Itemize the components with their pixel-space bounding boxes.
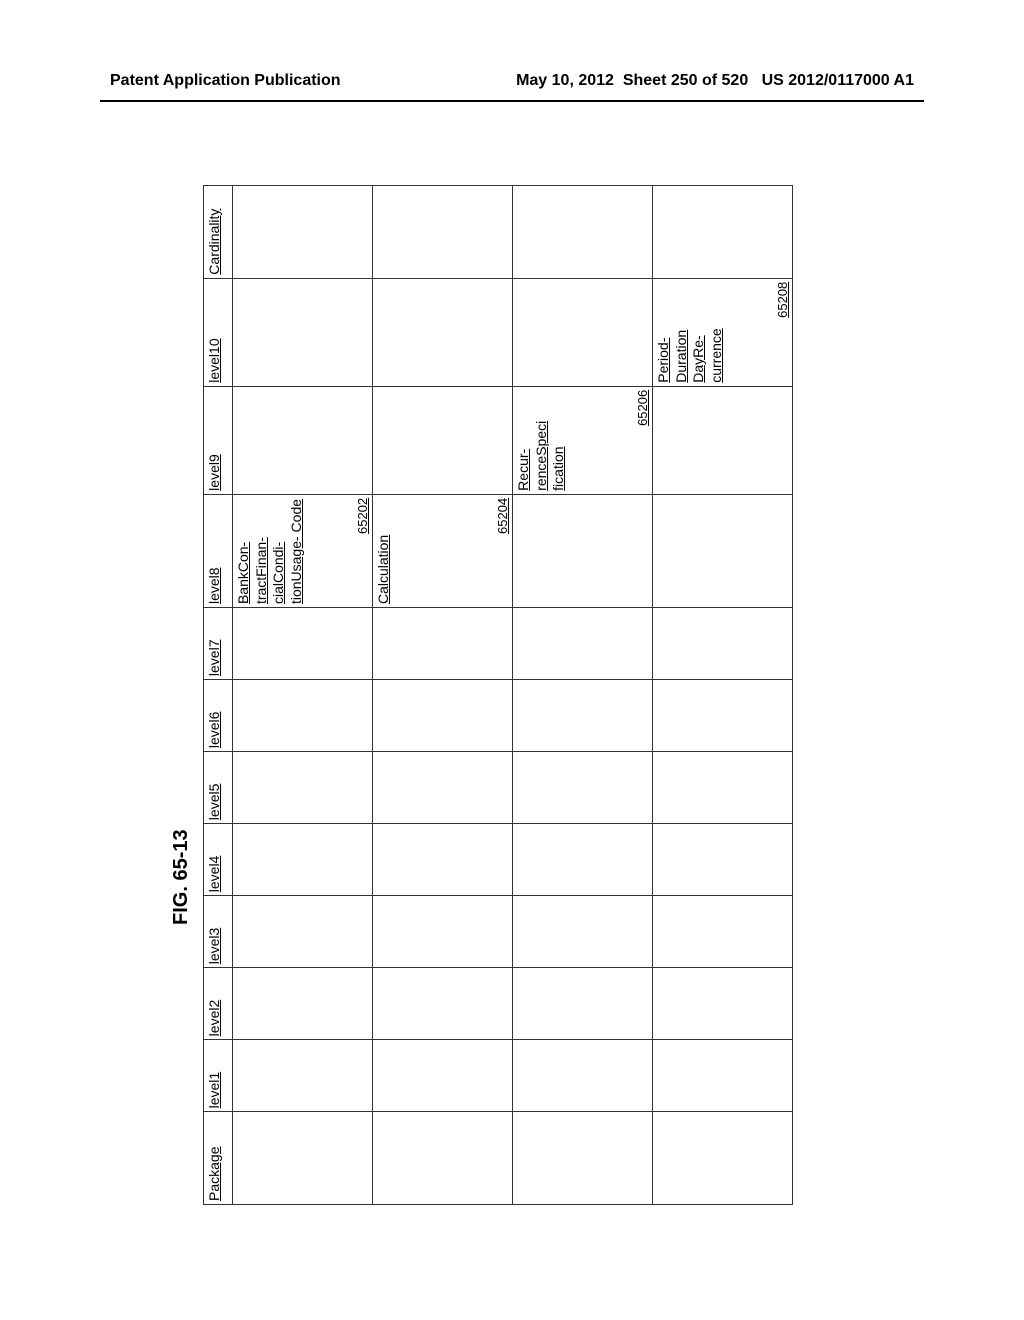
table-row: Calculation 65204	[373, 186, 513, 1205]
table-row: Recur- renceSpeci fication 65206	[513, 186, 653, 1205]
col-level4: level4	[204, 824, 233, 896]
cell-package	[653, 1112, 793, 1205]
cell-level6	[373, 680, 513, 752]
cell-cardinality	[653, 186, 793, 279]
cell-level6	[653, 680, 793, 752]
cell-level6	[513, 680, 653, 752]
cell-level8	[513, 494, 653, 607]
ref-number: 65202	[355, 498, 370, 534]
col-level7: level7	[204, 608, 233, 680]
cell-level10	[233, 278, 373, 386]
ref-number: 65206	[635, 390, 650, 426]
cell-level1	[653, 1040, 793, 1112]
header-rule	[100, 100, 924, 102]
cell-package	[373, 1112, 513, 1205]
table-row: Period- Duration DayRe- currence 65208	[653, 186, 793, 1205]
col-package: Package	[204, 1112, 233, 1205]
col-level8: level8	[204, 494, 233, 607]
header-left: Patent Application Publication	[110, 72, 341, 90]
cell-level6	[233, 680, 373, 752]
cell-level7	[373, 608, 513, 680]
cell-level3	[653, 896, 793, 968]
cell-level10	[373, 278, 513, 386]
cell-level3	[513, 896, 653, 968]
cell-level9	[653, 386, 793, 494]
col-cardinality: Cardinality	[204, 186, 233, 279]
cell-level9	[373, 386, 513, 494]
cell-level1	[513, 1040, 653, 1112]
cell-level5	[373, 752, 513, 824]
cell-level8	[653, 494, 793, 607]
cell-level8: Calculation 65204	[373, 494, 513, 607]
cell-level8: BankCon- tractFinan- cialCondi- tionUsag…	[233, 494, 373, 607]
cell-level2	[513, 968, 653, 1040]
cell-level5	[233, 752, 373, 824]
col-level10: level10	[204, 278, 233, 386]
cell-level2	[373, 968, 513, 1040]
cell-package	[233, 1112, 373, 1205]
cell-level7	[513, 608, 653, 680]
cell-level7	[233, 608, 373, 680]
header-right: May 10, 2012 Sheet 250 of 520 US 2012/01…	[516, 72, 914, 90]
col-level9: level9	[204, 386, 233, 494]
cell-level2	[653, 968, 793, 1040]
term-text: BankCon- tractFinan- cialCondi- tionUsag…	[235, 498, 305, 604]
col-level6: level6	[204, 680, 233, 752]
cell-level4	[233, 824, 373, 896]
term-text: Period- Duration DayRe- currence	[655, 282, 725, 383]
term-text: Calculation	[375, 498, 393, 604]
ref-number: 65208	[775, 282, 790, 318]
col-level2: level2	[204, 968, 233, 1040]
cell-cardinality	[233, 186, 373, 279]
cell-cardinality	[513, 186, 653, 279]
cell-level10: Period- Duration DayRe- currence 65208	[653, 278, 793, 386]
cell-level1	[373, 1040, 513, 1112]
ref-number: 65204	[495, 498, 510, 534]
cell-level9	[233, 386, 373, 494]
col-level5: level5	[204, 752, 233, 824]
cell-level3	[233, 896, 373, 968]
cell-level9: Recur- renceSpeci fication 65206	[513, 386, 653, 494]
cell-level5	[513, 752, 653, 824]
cell-level1	[233, 1040, 373, 1112]
cell-level5	[653, 752, 793, 824]
col-level1: level1	[204, 1040, 233, 1112]
cell-level2	[233, 968, 373, 1040]
cell-level7	[653, 608, 793, 680]
hierarchy-table: Package level1 level2 level3 level4 leve…	[203, 185, 793, 1205]
cell-level4	[513, 824, 653, 896]
table-row: BankCon- tractFinan- cialCondi- tionUsag…	[233, 186, 373, 1205]
col-level3: level3	[204, 896, 233, 968]
cell-level10	[513, 278, 653, 386]
cell-level4	[373, 824, 513, 896]
cell-cardinality	[373, 186, 513, 279]
figure-container: FIG. 65-13 Package level1 level2 level3 …	[170, 165, 830, 1205]
figure-title: FIG. 65-13	[170, 165, 193, 925]
cell-package	[513, 1112, 653, 1205]
header-row: Package level1 level2 level3 level4 leve…	[204, 186, 233, 1205]
cell-level4	[653, 824, 793, 896]
term-text: Recur- renceSpeci fication	[515, 390, 568, 491]
cell-level3	[373, 896, 513, 968]
